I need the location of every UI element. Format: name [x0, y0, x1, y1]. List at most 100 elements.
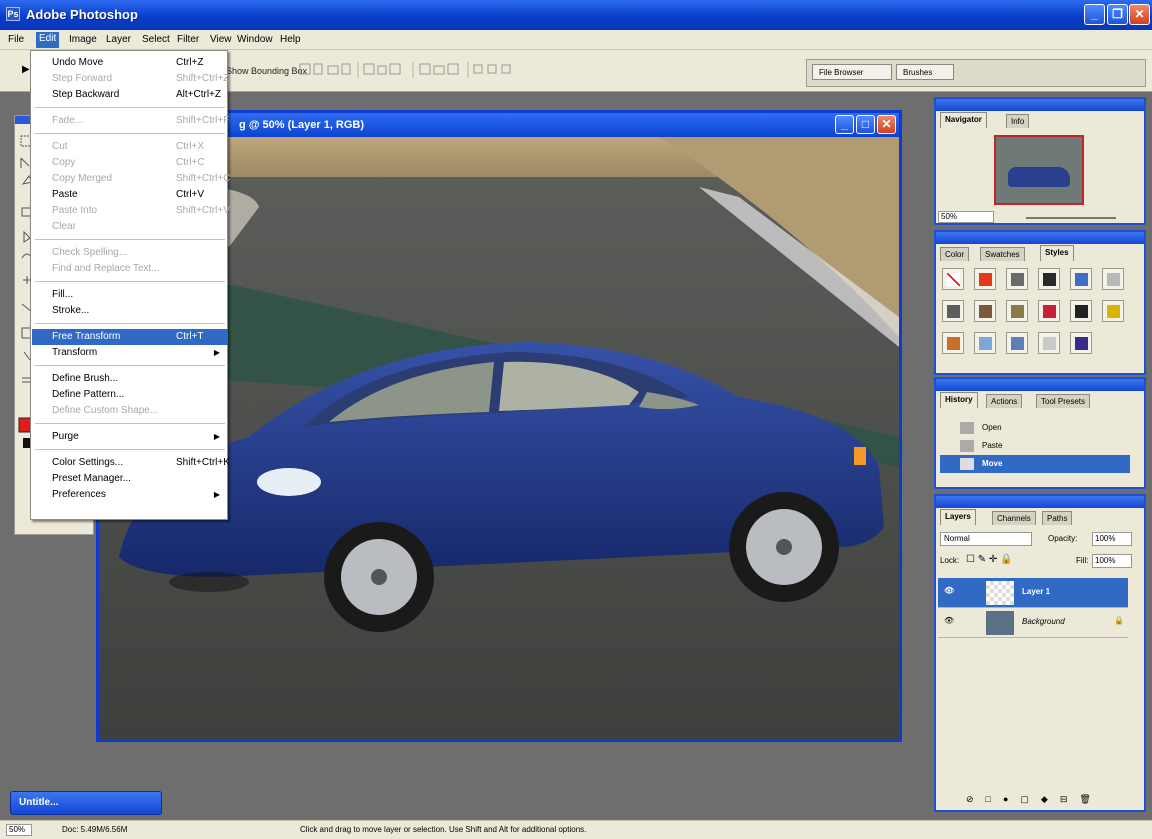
- style-swatch[interactable]: [1006, 332, 1028, 354]
- style-swatch[interactable]: [942, 300, 964, 322]
- eye-icon[interactable]: 👁: [944, 616, 954, 625]
- style-swatch[interactable]: [1038, 268, 1060, 290]
- app-title-bar: Ps Adobe Photoshop _ ❐ ✕: [0, 0, 1152, 30]
- panel-title-bar[interactable]: [936, 496, 1144, 508]
- tab-paths[interactable]: Paths: [1042, 511, 1073, 525]
- file-browser-tab[interactable]: File Browser: [812, 64, 892, 80]
- lock-icons[interactable]: ☐ ✎ ✛ 🔒: [966, 554, 1013, 565]
- style-swatch[interactable]: [1102, 268, 1124, 290]
- history-item[interactable]: Open: [940, 419, 1130, 437]
- doc-close-icon[interactable]: ✕: [877, 115, 896, 134]
- style-swatch[interactable]: [1102, 300, 1124, 322]
- layer-thumbnail: [986, 581, 1014, 605]
- menu-item-define-brush[interactable]: Define Brush...: [32, 371, 228, 387]
- show-bounding-box-label[interactable]: Show Bounding Box: [226, 66, 307, 76]
- doc-maximize-icon[interactable]: □: [856, 115, 875, 134]
- style-swatch[interactable]: [1038, 300, 1060, 322]
- menu-image[interactable]: Image: [69, 34, 97, 45]
- history-item[interactable]: Paste: [940, 437, 1130, 455]
- minimized-document-button[interactable]: Untitle...: [10, 791, 162, 815]
- style-swatch[interactable]: [974, 332, 996, 354]
- tab-channels[interactable]: Channels: [992, 511, 1036, 525]
- tab-styles[interactable]: Styles: [1040, 245, 1074, 261]
- style-swatch[interactable]: [1006, 268, 1028, 290]
- tab-tool-presets[interactable]: Tool Presets: [1036, 394, 1091, 408]
- edit-menu: Undo Move Ctrl+Z Step Forward Shift+Ctrl+Z…: [30, 50, 231, 520]
- menu-help[interactable]: Help: [280, 34, 301, 45]
- menu-item-purge[interactable]: Purge ▶: [32, 429, 228, 445]
- menu-view[interactable]: View: [210, 34, 232, 45]
- menu-edit[interactable]: Edit: [36, 32, 60, 48]
- tab-actions[interactable]: Actions: [986, 394, 1023, 408]
- style-swatch[interactable]: [942, 332, 964, 354]
- style-swatch[interactable]: [942, 268, 964, 290]
- style-swatch[interactable]: [1070, 268, 1092, 290]
- style-swatch[interactable]: [1038, 332, 1060, 354]
- navigator-zoom-slider[interactable]: [1026, 217, 1116, 219]
- style-swatch[interactable]: [1070, 300, 1092, 322]
- menu-item-define-pattern[interactable]: Define Pattern...: [32, 387, 228, 403]
- lock-label: Lock:: [940, 556, 960, 565]
- tab-swatches[interactable]: Swatches: [980, 247, 1025, 261]
- menu-separator: [35, 133, 225, 134]
- menu-item-stroke[interactable]: Stroke...: [32, 303, 228, 319]
- layer-thumbnail: [986, 611, 1014, 635]
- menu-item-check-spelling: Check Spelling...: [52, 247, 128, 258]
- menu-item-paste-into: Paste Into Shift+Ctrl+V: [52, 205, 230, 216]
- navigator-thumbnail[interactable]: [994, 135, 1084, 205]
- panel-title-bar[interactable]: [936, 99, 1144, 111]
- app-title: Adobe Photoshop: [26, 7, 138, 22]
- history-item-selected[interactable]: Move: [940, 455, 1130, 473]
- eye-icon[interactable]: 👁: [944, 586, 954, 595]
- status-zoom[interactable]: 50%: [6, 824, 32, 836]
- layer-row-background[interactable]: 👁 Background 🔒: [938, 608, 1128, 638]
- menu-item-step-backward[interactable]: Step Backward Alt+Ctrl+Z: [32, 87, 228, 103]
- status-bar: 50% Doc: 5.49M/6.56M Click and drag to m…: [0, 820, 1152, 839]
- menu-layer[interactable]: Layer: [106, 34, 131, 45]
- menu-window[interactable]: Window: [237, 34, 273, 45]
- fill-field[interactable]: 100%: [1092, 554, 1132, 568]
- submenu-arrow-icon: ▶: [213, 348, 220, 357]
- align-distribute-icons[interactable]: [298, 60, 578, 80]
- style-swatch[interactable]: [974, 268, 996, 290]
- tab-color[interactable]: Color: [940, 247, 970, 261]
- style-swatch[interactable]: [1006, 300, 1028, 322]
- restore-icon[interactable]: ❐: [1107, 4, 1128, 25]
- style-swatch[interactable]: [1070, 332, 1092, 354]
- move-tool-icon[interactable]: ▶: [22, 64, 30, 75]
- menu-item-preferences[interactable]: Preferences ▶: [32, 487, 228, 503]
- menu-file[interactable]: File: [8, 34, 24, 45]
- tab-layers[interactable]: Layers: [940, 509, 976, 525]
- menu-item-paste[interactable]: Paste Ctrl+V: [32, 187, 228, 203]
- layer-footer-buttons[interactable]: ⊘□●▢◆⊟🗑: [966, 794, 1136, 808]
- menu-item-preset-manager[interactable]: Preset Manager...: [32, 471, 228, 487]
- brushes-tab[interactable]: Brushes: [896, 64, 954, 80]
- menu-item-fill[interactable]: Fill...: [32, 287, 228, 303]
- layer-row-layer-1[interactable]: 👁 Layer 1: [938, 578, 1128, 608]
- menu-item-define-custom-shape: Define Custom Shape...: [52, 405, 159, 416]
- blend-mode-select[interactable]: Normal: [940, 532, 1032, 546]
- tab-history[interactable]: History: [940, 392, 978, 408]
- close-icon[interactable]: ✕: [1129, 4, 1150, 25]
- menu-item-copy-merged: Copy Merged Shift+Ctrl+C: [52, 173, 231, 184]
- menu-item-undo-move[interactable]: Undo Move Ctrl+Z: [32, 55, 228, 71]
- minimize-icon[interactable]: _: [1084, 4, 1105, 25]
- navigator-zoom-field[interactable]: 50%: [938, 211, 994, 223]
- tab-navigator[interactable]: Navigator: [940, 112, 987, 128]
- doc-minimize-icon[interactable]: _: [835, 115, 854, 134]
- style-swatch[interactable]: [974, 300, 996, 322]
- menu-item-free-transform[interactable]: Free Transform Ctrl+T: [32, 329, 228, 345]
- menu-item-color-settings[interactable]: Color Settings... Shift+Ctrl+K: [32, 455, 230, 471]
- submenu-arrow-icon: ▶: [213, 432, 220, 441]
- tab-info[interactable]: Info: [1006, 114, 1030, 128]
- menu-item-transform[interactable]: Transform ▶: [32, 345, 228, 361]
- panel-title-bar[interactable]: [936, 232, 1144, 244]
- menu-filter[interactable]: Filter: [177, 34, 199, 45]
- panel-title-bar[interactable]: [936, 379, 1144, 391]
- menu-bar: File Edit Image Layer Select Filter View…: [0, 30, 1152, 50]
- menu-separator: [35, 107, 225, 108]
- menu-separator: [35, 281, 225, 282]
- menu-select[interactable]: Select: [142, 34, 170, 45]
- opacity-field[interactable]: 100%: [1092, 532, 1132, 546]
- menu-item-step-forward: Step Forward Shift+Ctrl+Z: [52, 73, 230, 84]
